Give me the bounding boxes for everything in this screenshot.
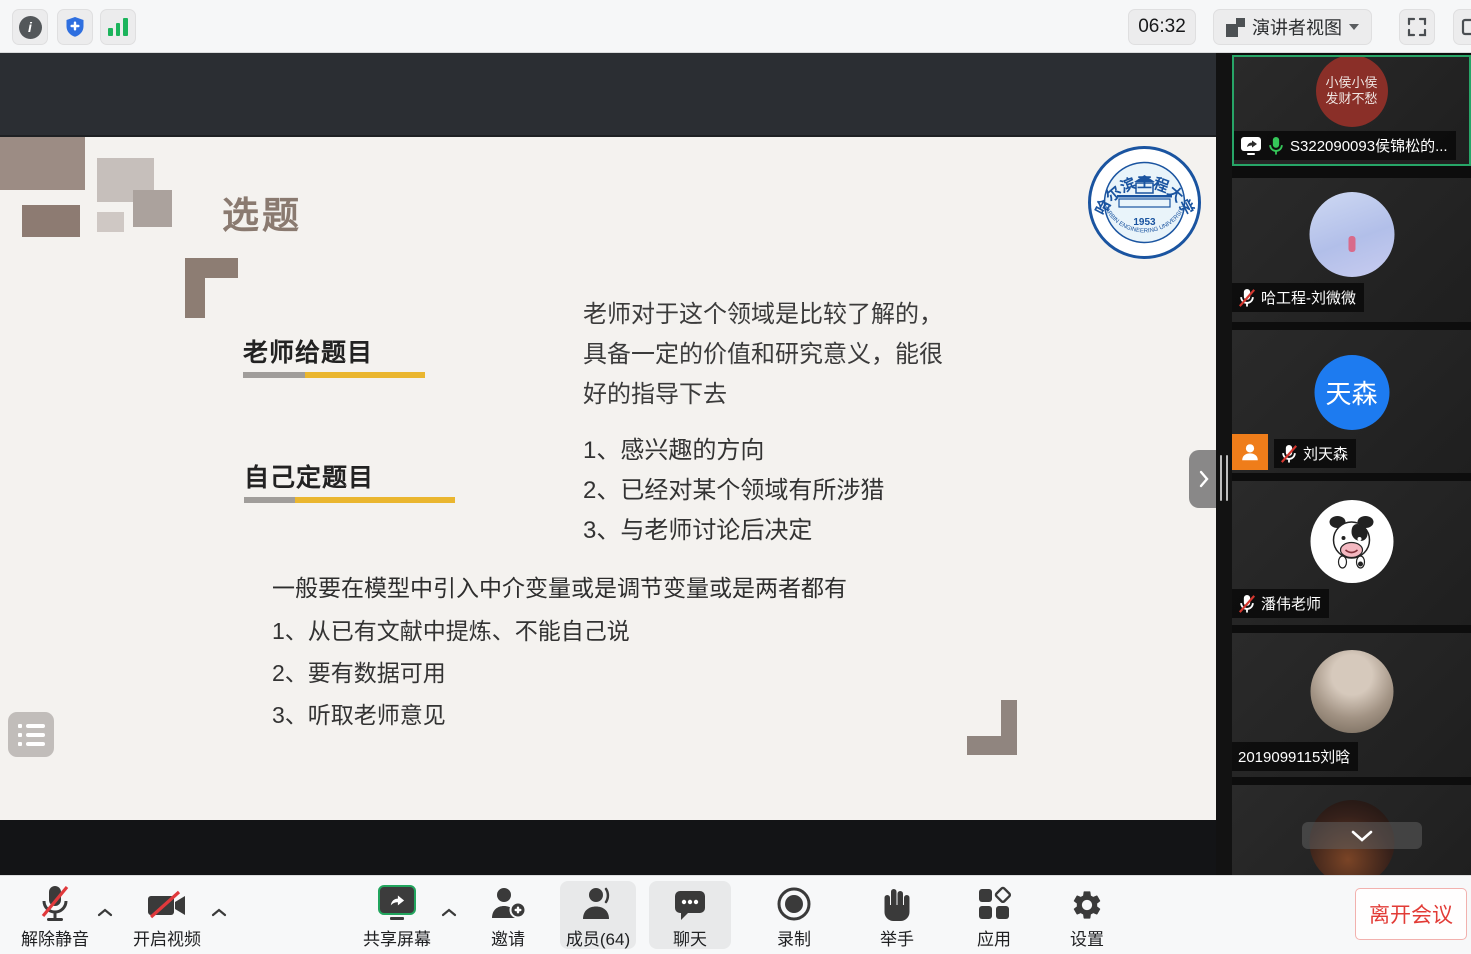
cow-avatar-icon (1322, 512, 1382, 572)
avatar: 小侯小侯 发财不愁 (1316, 55, 1388, 127)
apps-icon (976, 886, 1012, 922)
security-button[interactable] (57, 9, 93, 45)
slide-numbered-list: 1、感兴趣的方向 2、已经对某个领域有所涉猎 3、与老师讨论后决定 (583, 431, 884, 551)
avatar: 天森 (1314, 355, 1389, 430)
slide-heading-own-topic: 自己定题目 (244, 458, 374, 494)
fullscreen-button[interactable] (1399, 9, 1435, 45)
meeting-window: i 06:32 演讲者视图 (0, 0, 1471, 954)
top-bar: i 06:32 演讲者视图 (0, 0, 1471, 53)
participant-tile[interactable]: 哈工程-刘微微 (1232, 178, 1471, 322)
participant-name: 潘伟老师 (1261, 593, 1321, 614)
participant-tile[interactable]: 天森 刘天森 (1232, 330, 1471, 473)
record-icon (776, 886, 812, 922)
participant-name: 刘天森 (1303, 443, 1348, 464)
underline-decoration (295, 497, 455, 503)
participant-tile[interactable]: 2019099115刘晗 (1232, 633, 1471, 777)
shield-icon (63, 15, 87, 39)
corner-bracket-decoration (967, 736, 1017, 755)
profile-badge (1232, 434, 1268, 470)
slide-decoration (133, 190, 172, 227)
underline-decoration (243, 372, 305, 378)
audio-options-chevron[interactable] (97, 904, 113, 922)
slide-title: 选题 (222, 185, 302, 239)
slide-decoration (0, 137, 85, 190)
mic-muted-icon (1238, 288, 1256, 308)
list-icon (18, 724, 45, 728)
screen-sharing-icon (1240, 136, 1262, 156)
view-mode-selector[interactable]: 演讲者视图 (1213, 9, 1372, 45)
participant-name: 哈工程-刘微微 (1261, 287, 1356, 308)
underline-decoration (305, 372, 425, 378)
slide-bottom-list: 1、从已有文献中提炼、不能自己说 2、要有数据可用 3、听取老师意见 (272, 610, 630, 736)
participant-name: 2019099115刘晗 (1238, 746, 1350, 767)
slide-outline-button[interactable] (8, 712, 54, 757)
participant-tile[interactable] (1232, 785, 1471, 875)
shared-screen-stage: 选题 哈尔滨工程大学 19 (0, 53, 1216, 875)
window-icon (1460, 16, 1471, 38)
corner-bracket-decoration (185, 258, 205, 318)
university-logo: 哈尔滨工程大学 1953 HARBIN ENGINEERING UNIVERSI… (1087, 145, 1202, 260)
leave-meeting-button[interactable]: 离开会议 (1355, 888, 1467, 940)
settings-button[interactable]: 设置 (1032, 882, 1142, 950)
unmute-button[interactable]: 解除静音 (0, 882, 110, 950)
meeting-toolbar: 解除静音 开启视频 (0, 875, 1471, 954)
chevron-down-icon (1349, 24, 1359, 30)
info-icon: i (19, 16, 42, 39)
layout-icon (1226, 18, 1245, 37)
participant-name: S322090093侯锦松的... (1290, 135, 1448, 156)
network-quality-button[interactable] (100, 9, 136, 45)
invite-icon (489, 886, 527, 922)
mic-on-icon (1267, 136, 1285, 156)
slide-bottom-paragraph: 一般要在模型中引入中介变量或是调节变量或是两者都有 (272, 569, 847, 603)
drag-handle-icon (1220, 455, 1228, 501)
participant-tile[interactable]: 潘伟老师 (1232, 481, 1471, 625)
raise-hand-icon (881, 886, 913, 922)
fullscreen-icon (1406, 16, 1428, 38)
sidebar-collapse-handle[interactable] (1189, 450, 1219, 508)
record-button[interactable]: 录制 (739, 882, 849, 950)
avatar (1310, 650, 1393, 733)
gear-icon (1070, 888, 1104, 922)
chat-icon (672, 888, 708, 922)
person-icon (1239, 441, 1261, 463)
chevron-down-icon (1351, 830, 1373, 842)
main-area: 选题 哈尔滨工程大学 19 (0, 53, 1471, 875)
mic-muted-icon (37, 884, 73, 922)
slide-decoration (97, 212, 124, 232)
start-video-button[interactable]: 开启视频 (112, 882, 222, 950)
raise-hand-button[interactable]: 举手 (842, 882, 952, 950)
camera-muted-icon (146, 888, 188, 922)
chevron-right-icon (1198, 469, 1210, 489)
meeting-info-button[interactable]: i (12, 9, 48, 45)
underline-decoration (244, 497, 295, 503)
presentation-slide: 选题 哈尔滨工程大学 19 (0, 137, 1216, 820)
participants-sidebar: 小侯小侯 发财不愁 S322090093侯锦松的... (1232, 53, 1471, 875)
view-mode-label: 演讲者视图 (1252, 14, 1342, 40)
chat-button[interactable]: 聊天 (635, 882, 745, 950)
signal-bars-icon (108, 18, 128, 36)
slide-heading-teacher-topic: 老师给题目 (243, 333, 373, 369)
slide-decoration (22, 205, 80, 237)
scroll-more-participants-button[interactable] (1302, 822, 1422, 849)
meeting-timer: 06:32 (1128, 9, 1196, 45)
mic-muted-icon (1238, 594, 1256, 614)
members-icon (578, 886, 618, 922)
slide-paragraph: 老师对于这个领域是比较了解的， 具备一定的价值和研究意义，能很 好的指导下去 (583, 295, 983, 415)
avatar (1309, 192, 1394, 277)
window-mode-button[interactable] (1453, 9, 1471, 45)
participant-tile-active-speaker[interactable]: 小侯小侯 发财不愁 S322090093侯锦松的... (1232, 55, 1471, 166)
sidebar-resize-divider[interactable] (1216, 53, 1232, 875)
mic-muted-icon (1280, 444, 1298, 464)
video-options-chevron[interactable] (211, 904, 227, 922)
avatar (1310, 500, 1393, 583)
stage-top-band (0, 53, 1216, 137)
share-screen-button[interactable]: 共享屏幕 (342, 882, 452, 950)
share-screen-icon (378, 885, 416, 915)
svg-text:1953: 1953 (1133, 217, 1156, 228)
